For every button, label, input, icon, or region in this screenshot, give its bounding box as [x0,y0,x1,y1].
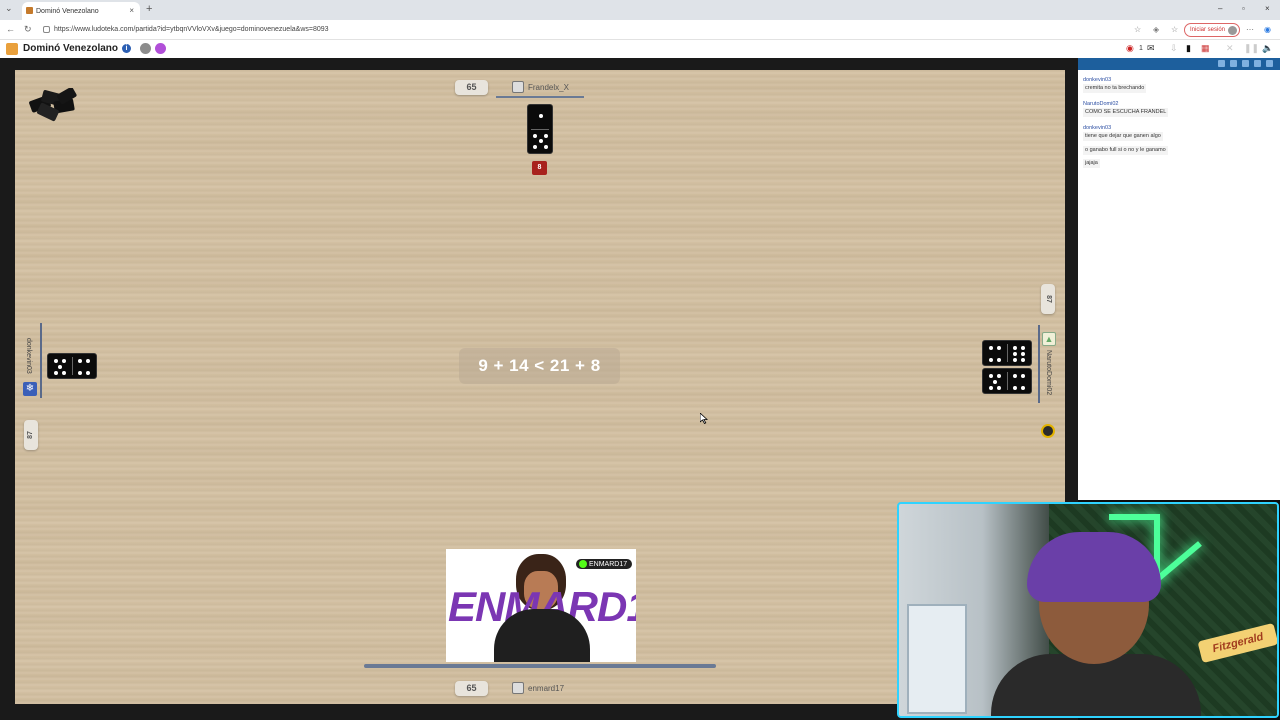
top-player-name: Frandelx_X [528,82,569,92]
chat-text: cremita no ta brechando [1083,84,1147,93]
right-player-name[interactable]: NarutoDomi02 [1045,350,1052,395]
lock-icon [43,26,50,33]
bottom-player-avatar [512,682,524,694]
webcam-overlay: Fitzgerald [897,502,1279,718]
chat-user: donkevin03 [1083,77,1112,83]
pause-icon[interactable]: ❚❚ [1244,43,1259,54]
chat-tool-icon-5[interactable] [1266,60,1273,67]
site-favicon [26,7,33,14]
profile-avatar [1228,26,1237,35]
chat-text: jajaja [1083,159,1100,168]
top-turn-bar [496,96,584,98]
ludoteka-logo [6,43,18,55]
chat-tool-icon-4[interactable] [1254,60,1261,67]
chat-message: donkevin03 cremita no ta brechando [1083,77,1147,93]
left-score-pill: 87 [24,420,38,450]
top-score-pill: 65 [455,80,488,95]
minimize-icon[interactable]: – [1218,4,1222,13]
url-field[interactable]: https://www.ludoteka.com/partida?id=ytbq… [40,23,1130,37]
chat-message: jajaja [1083,159,1100,168]
top-player-avatar [512,81,524,93]
close-tab-icon[interactable]: × [129,6,134,15]
bottom-score-pill: 65 [455,681,488,696]
new-tab-icon[interactable]: + [146,3,152,15]
extension-icon[interactable]: ◈ [1153,25,1159,34]
right-score-pill: 87 [1041,284,1055,314]
exit-icon[interactable]: ✕ [1226,43,1234,54]
bottom-player-card: ENMARD17 ENMARD17 [446,549,636,662]
left-player-avatar-icon: ❄ [23,382,37,396]
chat-tool-icon-1[interactable] [1218,60,1225,67]
star-icon[interactable]: ☆ [1134,25,1141,34]
chat-toolbar [1078,58,1280,70]
chat-user: donkevin03 [1083,125,1112,131]
browser-tab-bar: ⌄ Dominó Venezolano × + – ▫ × [0,0,1280,20]
streamer-durag [1027,532,1161,602]
download-icon[interactable]: ⇩ [1170,43,1178,54]
browser-tab[interactable]: Dominó Venezolano × [22,2,140,20]
chat-tool-icon-3[interactable] [1242,60,1249,67]
chat-message: donkevin03 tiene que dejar que ganen alg… [1083,125,1163,141]
chat-message: o ganabo full si o no y le ganamo [1083,146,1168,155]
turn-progress-bar [364,664,716,668]
chat-text: o ganabo full si o no y le ganamo [1083,146,1168,155]
signin-button[interactable]: Iniciar sesión [1184,23,1240,37]
top-player-tag[interactable]: Frandelx_X [512,81,569,93]
kick-label: ENMARD17 [589,560,628,568]
timer-icon [1041,424,1055,438]
chat-message: NarutoDomi02 COMO SE ESCUCHA FRANDEL [1083,101,1169,117]
url-text: https://www.ludoteka.com/partida?id=ytbq… [54,26,329,33]
domino-icon[interactable]: ▮ [1186,43,1191,54]
info-icon[interactable]: i [122,44,131,53]
pc-case [907,604,967,714]
neon-light [1109,514,1159,520]
site-header: Dominó Venezolano i ◉ 1 ✉ ⇩ ▮ ▦ ✕ ❚❚ 🔈 [0,40,1280,58]
kick-logo-icon [579,560,587,568]
top-player-tile [527,104,553,154]
right-player-tile-1 [982,340,1032,366]
chat-user: NarutoDomi02 [1083,101,1119,107]
kick-badge: ENMARD17 [576,559,633,569]
settings-circle-icon[interactable] [140,43,151,54]
mute-icon[interactable]: 🔈 [1262,43,1273,54]
left-score: 87 [26,431,34,439]
favorites-icon[interactable]: ☆ [1171,25,1178,34]
back-icon[interactable]: ← [6,24,15,34]
signin-label: Iniciar sesión [1190,27,1226,33]
right-player-tile-2 [982,368,1032,394]
left-player-name[interactable]: donkevin03 [25,338,32,374]
tab-title: Dominó Venezolano [36,7,99,15]
boneyard-pile-icon [29,88,77,122]
windows-icon[interactable]: ▦ [1201,43,1210,54]
address-bar: ← ↻ https://www.ludoteka.com/partida?id=… [0,20,1280,40]
bottom-player-name: enmard17 [528,683,565,693]
chat-text: tiene que dejar que ganen algo [1083,132,1163,141]
chat-tool-icon-2[interactable] [1230,60,1237,67]
mail-icon[interactable]: ✉ [1147,43,1155,54]
tiles-left-badge: 8 [532,161,547,175]
alert-count: 1 [1139,45,1143,52]
right-player-avatar-icon: ▲ [1042,332,1056,346]
restore-icon[interactable]: ▫ [1242,4,1245,13]
reload-icon[interactable]: ↻ [24,24,32,35]
right-score: 87 [1044,295,1052,303]
more-icon[interactable]: ⋯ [1246,25,1254,34]
right-turn-bar [1038,325,1040,403]
eye-icon[interactable]: ◉ [1126,43,1134,54]
tab-list-icon[interactable]: ⌄ [5,3,13,14]
left-turn-bar [40,323,42,398]
left-player-tile [47,353,97,379]
theme-circle-icon[interactable] [155,43,166,54]
close-window-icon[interactable]: × [1265,4,1270,13]
mouse-cursor-icon [700,413,708,424]
bottom-player-tag[interactable]: enmard17 [512,682,564,694]
score-equation: 9 + 14 < 21 + 8 [459,348,620,384]
page-title: Dominó Venezolano [23,43,119,54]
copilot-icon[interactable]: ◉ [1264,25,1271,34]
chat-text: COMO SE ESCUCHA FRANDEL [1083,108,1169,117]
